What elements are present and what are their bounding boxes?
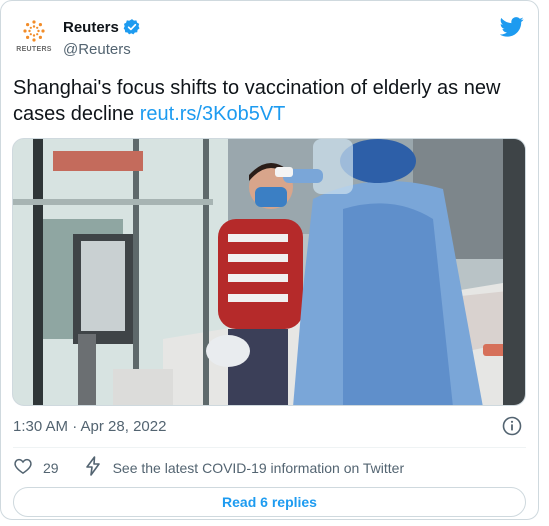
tweet-text: Shanghai's focus shifts to vaccination o… [13,75,528,127]
tweet-photo[interactable] [12,138,526,406]
info-icon[interactable] [502,416,522,441]
covid-info-link[interactable]: See the latest COVID-19 information on T… [113,460,405,476]
author-handle[interactable]: @Reuters [63,41,131,58]
tweet-link[interactable]: reut.rs/3Kob5VT [140,103,286,125]
like-count: 29 [43,460,59,476]
heart-icon[interactable] [13,456,33,481]
author-display-name[interactable]: Reuters [63,19,119,36]
author-avatar[interactable]: REUTERS [13,15,55,57]
verified-badge-icon [123,18,141,36]
tweet-timestamp[interactable]: 1:30 AM · Apr 28, 2022 [13,418,166,435]
tweet-card: REUTERS Reuters @Reuters Shanghai's focu… [0,0,539,520]
divider [13,447,526,448]
lightning-icon [85,455,101,481]
avatar-logo-text: REUTERS [16,46,52,53]
reuters-logo-icon [23,20,45,42]
action-bar: 29 See the latest COVID-19 information o… [13,455,405,481]
author-name-row: Reuters [63,18,141,36]
photo-vaccination-scene [13,139,525,405]
twitter-bird-icon[interactable] [499,17,524,42]
read-replies-button[interactable]: Read 6 replies [13,487,526,517]
